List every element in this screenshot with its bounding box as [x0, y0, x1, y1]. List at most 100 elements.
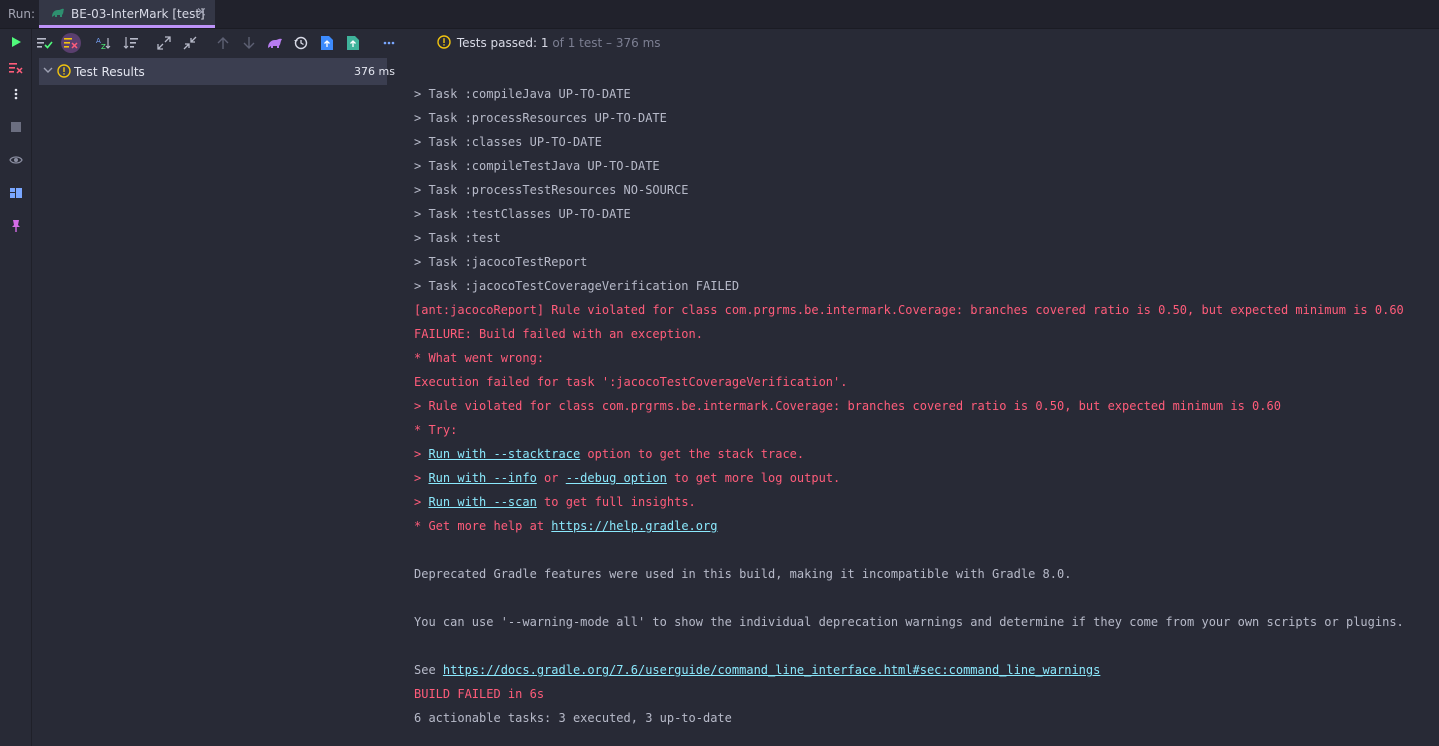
console-line: > Task :processTestResources NO-SOURCE [414, 180, 1434, 204]
console-text: to get more log output. [666, 471, 841, 485]
run-config-tab-title: BE-03-InterMark [test] [71, 7, 205, 21]
svg-text:Z: Z [101, 43, 106, 50]
show-passed-icon[interactable] [35, 33, 55, 53]
tree-row-test-results[interactable]: Test Results 376 ms [39, 58, 395, 85]
console-text: * Try: [414, 423, 458, 437]
left-gutter-toolbar [0, 29, 32, 746]
console-text: 6 actionable tasks: 3 executed, 3 up-to-… [414, 711, 732, 725]
console-line: > Run with --info or --debug option to g… [414, 468, 1434, 492]
history-icon[interactable] [291, 33, 311, 53]
console-line: > Task :processResources UP-TO-DATE [414, 108, 1434, 132]
sort-duration-icon[interactable] [121, 33, 141, 53]
export-html-icon[interactable] [343, 33, 363, 53]
console-line: > Rule violated for class com.prgrms.be.… [414, 396, 1434, 420]
console-line: [ant:jacocoReport] Rule violated for cla… [414, 300, 1434, 324]
console-text: > [414, 471, 429, 485]
console-link[interactable]: https://help.gradle.org [551, 519, 717, 533]
console-output[interactable]: > Task :compileJava UP-TO-DATE > Task :pr… [414, 84, 1434, 732]
close-icon[interactable]: × [196, 5, 207, 20]
expand-all-icon[interactable] [154, 33, 174, 53]
console-link[interactable]: Run with --stacktrace [428, 447, 580, 461]
import-tests-icon[interactable] [265, 33, 285, 53]
more-icon[interactable] [379, 33, 399, 53]
console-text: > Task :testClasses UP-TO-DATE [414, 207, 631, 221]
test-status-summary: Tests passed: 1 of 1 test – 376 ms [437, 35, 661, 50]
collapse-all-icon[interactable] [180, 33, 200, 53]
next-failed-icon[interactable] [239, 33, 259, 53]
console-line: * What went wrong: [414, 348, 1434, 372]
console-line: * Get more help at https://help.gradle.o… [414, 516, 1434, 540]
sort-alpha-icon[interactable]: AZ [94, 33, 114, 53]
console-line: > Task :compileJava UP-TO-DATE [414, 84, 1434, 108]
tree-row-label: Test Results [74, 65, 145, 79]
layout-icon[interactable] [7, 184, 25, 202]
console-line: See https://docs.gradle.org/7.6/userguid… [414, 660, 1434, 684]
console-text: > Task :test [414, 231, 501, 245]
run-label: Run: [8, 7, 36, 21]
console-text: * Get more help at [414, 519, 552, 533]
console-text: See [414, 663, 443, 677]
console-text: [ant:jacocoReport] Rule violated for cla… [414, 303, 1404, 317]
console-line: You can use '--warning-mode all' to show… [414, 612, 1434, 636]
console-line: > Run with --scan to get full insights. [414, 492, 1434, 516]
console-line: BUILD FAILED in 6s [414, 684, 1434, 708]
status-passed-count: 1 [540, 36, 549, 50]
console-line: FAILURE: Build failed with an exception. [414, 324, 1434, 348]
console-text: > Task :processTestResources NO-SOURCE [414, 183, 689, 197]
console-text: > Task :jacocoTestCoverageVerification F… [414, 279, 740, 293]
console-link[interactable]: --debug option [566, 471, 667, 485]
console-text: > Task :processResources UP-TO-DATE [414, 111, 667, 125]
test-runner-toolbar: AZ Tests passed: 1 of 1 test – 376 ms [32, 29, 1439, 57]
warning-icon [437, 35, 451, 49]
console-line: > Task :compileTestJava UP-TO-DATE [414, 156, 1434, 180]
console-text: > [414, 447, 429, 461]
console-line: > Run with --stacktrace option to get th… [414, 444, 1434, 468]
eye-icon[interactable] [7, 151, 25, 169]
console-link[interactable]: https://docs.gradle.org/7.6/userguide/co… [443, 663, 1100, 677]
console-line: > Task :jacocoTestReport [414, 252, 1434, 276]
status-prefix: Tests passed: [456, 36, 538, 50]
tree-row-duration: 376 ms [354, 65, 395, 78]
run-tool-window-header: Run: BE-03-InterMark [test] × [0, 0, 1439, 29]
console-text: * What went wrong: [414, 351, 545, 365]
run-config-tab[interactable]: BE-03-InterMark [test] × [39, 0, 215, 28]
console-text: > Task :compileTestJava UP-TO-DATE [414, 159, 660, 173]
console-text: Deprecated Gradle features were used in … [414, 567, 1072, 581]
console-text: You can use '--warning-mode all' to show… [414, 615, 1404, 629]
previous-failed-icon[interactable] [213, 33, 233, 53]
console-line: > Task :classes UP-TO-DATE [414, 132, 1434, 156]
console-line: Execution failed for task ':jacocoTestCo… [414, 372, 1434, 396]
status-rest: of 1 test – 376 ms [552, 36, 661, 50]
console-link[interactable]: Run with --scan [428, 495, 536, 509]
clear-failed-icon[interactable] [7, 59, 25, 77]
console-text: > Task :compileJava UP-TO-DATE [414, 87, 631, 101]
console-link[interactable]: Run with --info [428, 471, 536, 485]
console-text: > Task :classes UP-TO-DATE [414, 135, 602, 149]
gradle-icon [52, 8, 64, 17]
chevron-down-icon[interactable] [42, 64, 54, 76]
console-line: > Task :test [414, 228, 1434, 252]
more-options-icon[interactable] [7, 85, 25, 103]
console-text: > [414, 495, 429, 509]
show-ignored-icon[interactable] [61, 33, 81, 53]
console-line: 6 actionable tasks: 3 executed, 3 up-to-… [414, 708, 1434, 732]
console-text: Execution failed for task ':jacocoTestCo… [414, 375, 848, 389]
warning-icon [57, 64, 71, 78]
console-line: > Task :testClasses UP-TO-DATE [414, 204, 1434, 228]
pin-icon[interactable] [7, 217, 25, 235]
console-line: > Task :jacocoTestCoverageVerification F… [414, 276, 1434, 300]
console-text: > Rule violated for class com.prgrms.be.… [414, 399, 1281, 413]
stop-icon[interactable] [7, 118, 25, 136]
console-text: to get full insights. [536, 495, 696, 509]
console-line: * Try: [414, 420, 1434, 444]
export-icon[interactable] [317, 33, 337, 53]
console-text: > Task :jacocoTestReport [414, 255, 588, 269]
console-text: BUILD FAILED in 6s [414, 687, 545, 701]
console-line: Deprecated Gradle features were used in … [414, 564, 1434, 588]
console-text: option to get the stack trace. [580, 447, 805, 461]
rerun-icon[interactable] [7, 33, 25, 51]
console-text: or [536, 471, 566, 485]
